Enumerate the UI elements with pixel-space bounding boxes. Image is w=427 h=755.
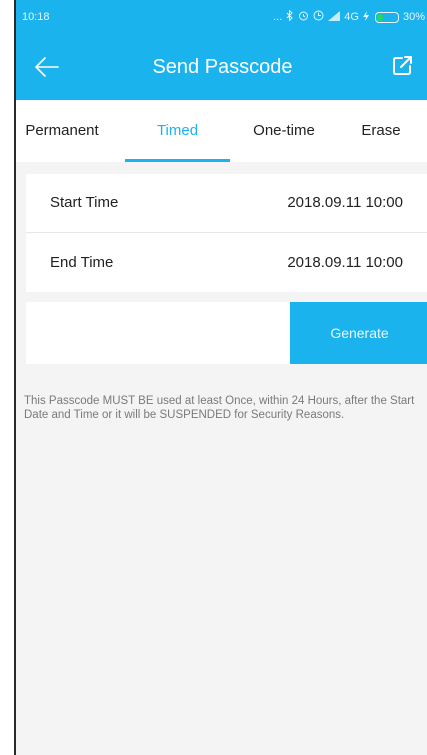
page-title: Send Passcode bbox=[152, 56, 293, 78]
app-header: 10:18 ... 4G 30% Send Passcode bbox=[16, 0, 427, 100]
tab-one-time[interactable]: One-time bbox=[238, 100, 330, 162]
share-icon bbox=[393, 56, 412, 75]
charging-icon bbox=[362, 10, 369, 24]
battery-percent: 30% bbox=[402, 11, 425, 23]
end-time-value: 2018.09.11 10:00 bbox=[287, 254, 403, 271]
status-bar: 10:18 ... 4G 30% bbox=[16, 0, 427, 34]
status-dots: ... bbox=[273, 11, 283, 23]
tab-timed[interactable]: Timed bbox=[125, 100, 230, 162]
share-button[interactable] bbox=[391, 54, 415, 78]
timer-icon bbox=[313, 10, 324, 24]
bluetooth-icon bbox=[286, 9, 294, 24]
end-time-row[interactable]: End Time 2018.09.11 10:00 bbox=[26, 234, 427, 292]
passcode-output-row: Generate bbox=[26, 302, 427, 364]
network-label: 4G bbox=[344, 11, 359, 23]
active-tab-indicator bbox=[125, 159, 230, 162]
status-time: 10:18 bbox=[22, 11, 50, 23]
alarm-icon bbox=[298, 10, 309, 24]
suspension-notice: This Passcode MUST BE used at least Once… bbox=[24, 395, 415, 421]
passcode-type-tabs: Permanent Timed One-time Erase bbox=[16, 100, 427, 162]
start-time-row[interactable]: Start Time 2018.09.11 10:00 bbox=[26, 174, 427, 233]
title-bar: Send Passcode bbox=[16, 34, 427, 100]
start-time-value: 2018.09.11 10:00 bbox=[287, 194, 403, 211]
end-time-label: End Time bbox=[50, 254, 114, 271]
tab-erase[interactable]: Erase bbox=[346, 100, 416, 162]
start-time-label: Start Time bbox=[50, 194, 119, 211]
phone-screen: 10:18 ... 4G 30% Send Passcode Permanent… bbox=[14, 0, 427, 755]
time-settings: Start Time 2018.09.11 10:00 End Time 201… bbox=[26, 174, 427, 292]
generate-button[interactable]: Generate bbox=[290, 302, 427, 364]
battery-icon bbox=[374, 11, 399, 23]
status-icons: ... 4G 30% bbox=[273, 9, 425, 24]
tab-permanent[interactable]: Permanent bbox=[16, 100, 108, 162]
signal-icon bbox=[328, 10, 341, 24]
